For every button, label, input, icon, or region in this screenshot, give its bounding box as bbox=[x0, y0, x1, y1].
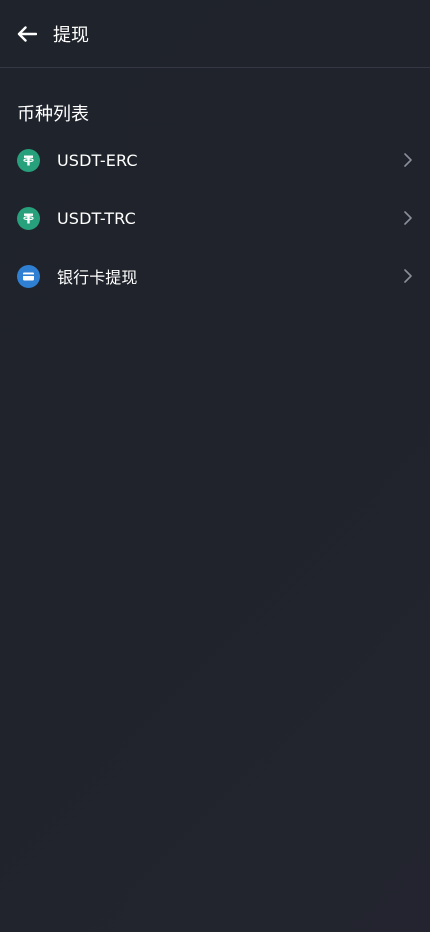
chevron-right-icon bbox=[402, 152, 414, 168]
list-item-label: 银行卡提现 bbox=[57, 268, 138, 287]
arrow-left-icon bbox=[17, 25, 37, 42]
tether-icon bbox=[17, 148, 40, 172]
list-item-label: USDT-TRC bbox=[57, 208, 136, 228]
section-title: 币种列表 bbox=[17, 104, 89, 125]
chevron-right-icon bbox=[402, 210, 414, 226]
currency-list: USDT-ERC USDT-TRC 银行卡提现 bbox=[0, 131, 430, 305]
list-item-label: USDT-ERC bbox=[57, 150, 138, 170]
chevron-right-icon bbox=[402, 268, 414, 284]
header: 提现 bbox=[0, 0, 430, 68]
list-item-usdt-erc[interactable]: USDT-ERC bbox=[0, 131, 430, 189]
list-item-bank-card[interactable]: 银行卡提现 bbox=[0, 247, 430, 305]
bank-card-icon bbox=[17, 264, 40, 288]
list-item-usdt-trc[interactable]: USDT-TRC bbox=[0, 189, 430, 247]
page-title: 提现 bbox=[53, 24, 89, 46]
tether-icon bbox=[17, 206, 40, 230]
back-button[interactable] bbox=[16, 23, 38, 45]
